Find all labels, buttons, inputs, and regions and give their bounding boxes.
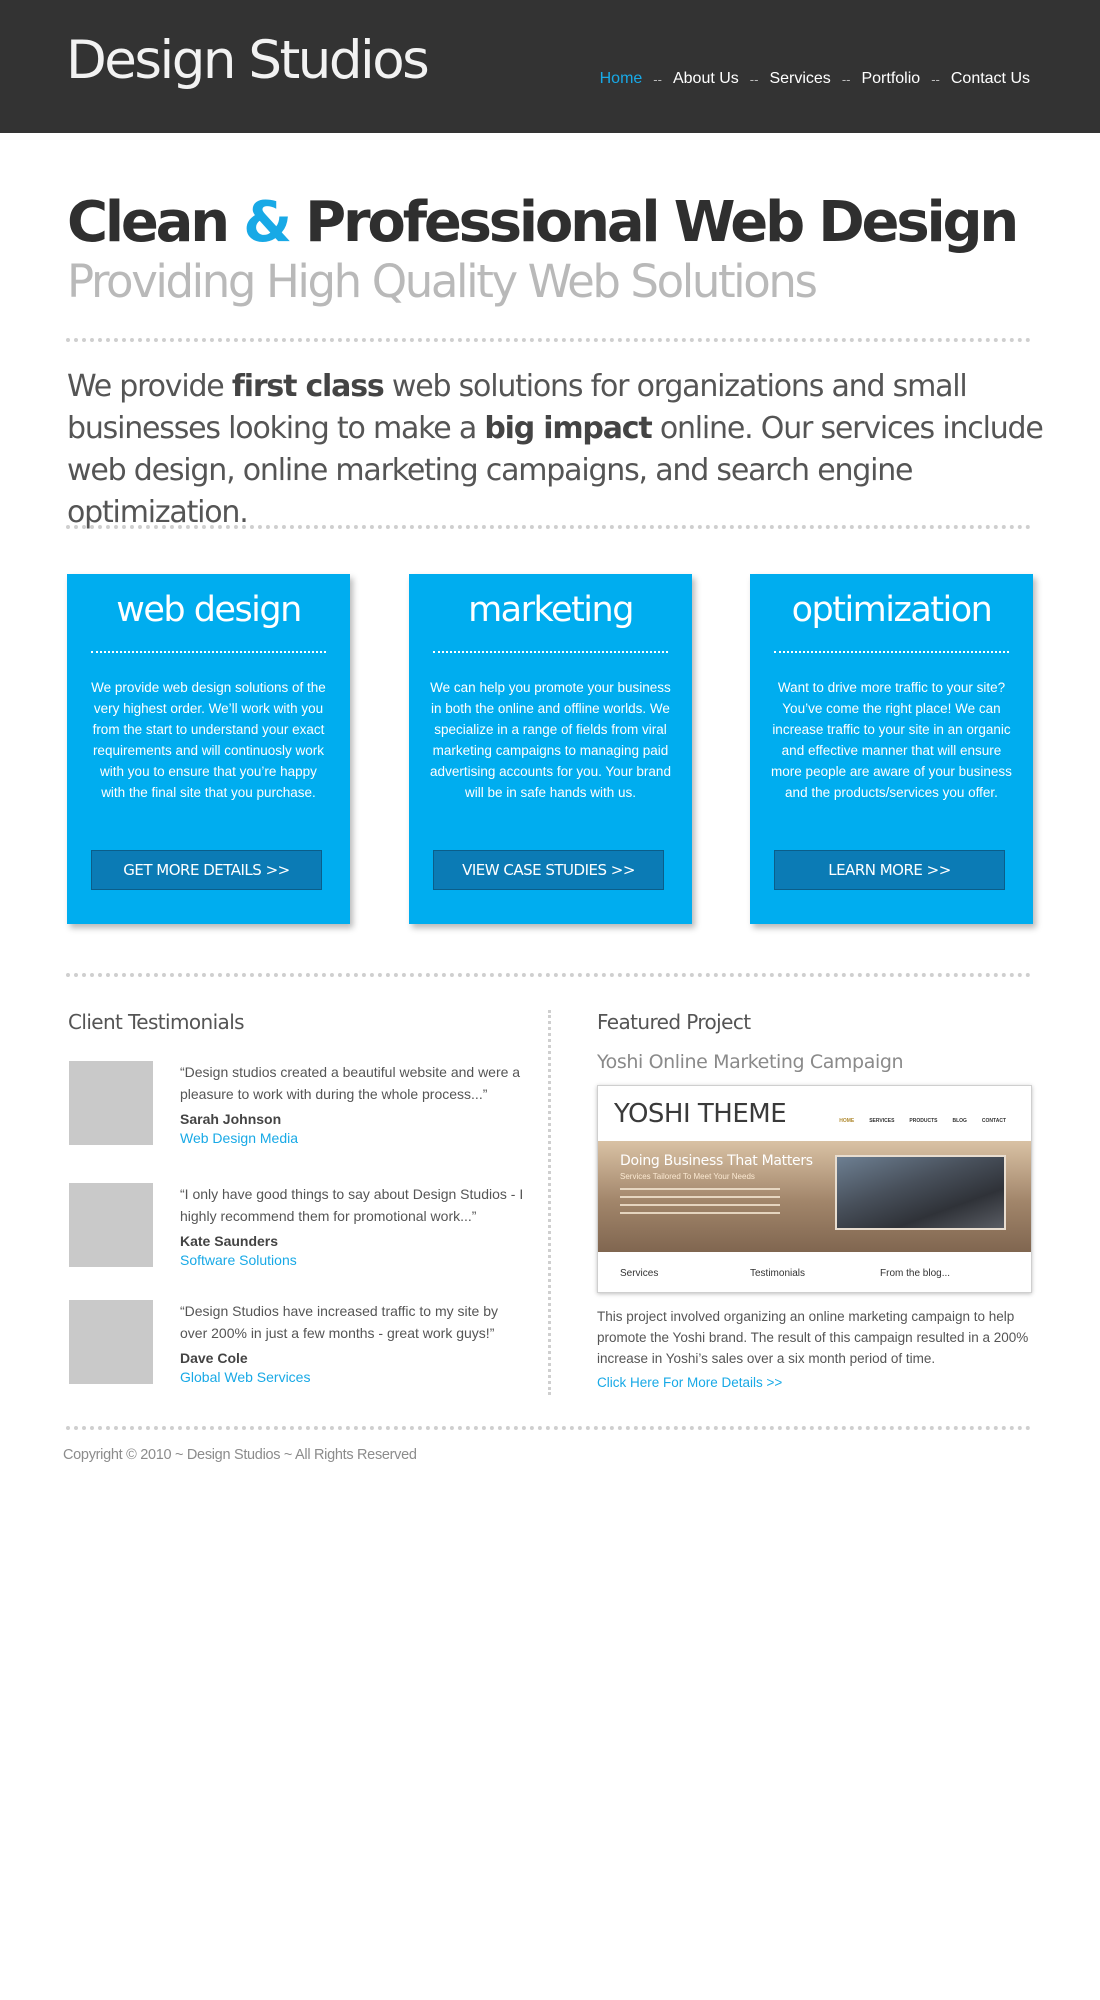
testimonial-quote: “I only have good things to say about De… — [180, 1186, 524, 1224]
screenshot-nav-item: BLOG — [952, 1118, 967, 1124]
screenshot-banner: Doing Business That Matters Services Tai… — [598, 1141, 1031, 1252]
dotted-divider — [66, 973, 1031, 977]
screenshot-subhead: Services Tailored To Meet Your Needs — [620, 1172, 755, 1181]
avatar — [69, 1061, 153, 1145]
service-description: Want to drive more traffic to your site?… — [771, 680, 1012, 800]
testimonials-title: Client Testimonials — [68, 1010, 245, 1034]
intro-emphasis: big impact — [484, 411, 652, 446]
copyright: Copyright © 2010 ~ Design Studios ~ All … — [63, 1447, 417, 1463]
service-box-web-design: web design We provide web design solutio… — [67, 574, 350, 924]
service-title: web design — [116, 590, 302, 630]
service-divider — [433, 651, 668, 653]
testimonial-quote: “Design studios created a beautiful webs… — [180, 1064, 521, 1102]
nav-home[interactable]: Home — [600, 70, 643, 88]
testimonial-name: Dave Cole — [180, 1350, 248, 1366]
testimonial-item: “I only have good things to say about De… — [69, 1183, 549, 1269]
more-details-link[interactable]: Click Here For More Details >> — [597, 1375, 782, 1390]
nav-separator: -- — [841, 71, 851, 87]
service-description: We can help you promote your business in… — [430, 680, 671, 800]
screenshot-text-lines — [620, 1188, 780, 1220]
dotted-divider — [66, 1426, 1031, 1430]
service-box-optimization: optimization Want to drive more traffic … — [750, 574, 1033, 924]
screenshot-column-title: Testimonials — [750, 1268, 806, 1279]
testimonial-company-link[interactable]: Software Solutions — [180, 1252, 297, 1268]
intro-emphasis: first class — [231, 369, 385, 404]
get-more-details-button[interactable]: GET MORE DETAILS >> — [91, 850, 322, 890]
column-divider — [548, 1010, 551, 1395]
testimonial-company-link[interactable]: Global Web Services — [180, 1369, 310, 1385]
screenshot-brand: YOSHI THEME — [614, 1099, 787, 1129]
nav-separator: -- — [749, 71, 759, 87]
featured-project-description: This project involved organizing an onli… — [597, 1309, 1029, 1366]
hero-title-ampersand: & — [243, 190, 292, 255]
nav-separator: -- — [931, 71, 940, 87]
intro-text: We provide first class web solutions for… — [67, 366, 1047, 534]
screenshot-photo — [835, 1155, 1006, 1230]
testimonial-item: “Design studios created a beautiful webs… — [69, 1061, 549, 1147]
dotted-divider — [66, 525, 1031, 529]
screenshot-nav-item: CONTACT — [981, 1118, 1006, 1124]
testimonial-name: Sarah Johnson — [180, 1111, 282, 1127]
nav-portfolio[interactable]: Portfolio — [861, 70, 920, 88]
hero-title-part1: Clean — [67, 190, 230, 255]
hero-subtitle: Providing High Quality Web Solutions — [67, 255, 818, 308]
service-divider — [91, 651, 326, 653]
testimonial-name: Kate Saunders — [180, 1233, 279, 1249]
service-title: optimization — [791, 590, 993, 630]
hero-title: Clean & Professional Web Design — [67, 190, 1047, 256]
featured-project-subtitle: Yoshi Online Marketing Campaign — [597, 1051, 904, 1073]
screenshot-columns: Services Testimonials From the blog... — [620, 1268, 1020, 1279]
main-nav: Home -- About Us -- Services -- Portfoli… — [600, 70, 1030, 88]
site-header: Design Studios Home -- About Us -- Servi… — [0, 0, 1100, 133]
service-box-marketing: marketing We can help you promote your b… — [409, 574, 692, 924]
avatar — [69, 1300, 153, 1384]
screenshot-column-title: From the blog... — [880, 1268, 951, 1279]
featured-project-screenshot[interactable]: YOSHI THEME HOME SERVICES PRODUCTS BLOG … — [597, 1085, 1032, 1293]
nav-about-us[interactable]: About Us — [673, 70, 739, 88]
site-logo[interactable]: Design Studios — [66, 30, 430, 91]
testimonial-quote: “Design Studios have increased traffic t… — [180, 1303, 499, 1341]
service-divider — [774, 651, 1009, 653]
view-case-studies-button[interactable]: VIEW CASE STUDIES >> — [433, 850, 664, 890]
intro-text-part: We provide — [67, 369, 232, 404]
service-title: marketing — [468, 590, 634, 630]
nav-separator: -- — [653, 71, 662, 87]
screenshot-headline: Doing Business That Matters — [620, 1153, 813, 1169]
nav-services[interactable]: Services — [769, 70, 830, 88]
testimonial-company-link[interactable]: Web Design Media — [180, 1130, 298, 1146]
screenshot-column-title: Services — [620, 1268, 659, 1279]
testimonial-item: “Design Studios have increased traffic t… — [69, 1300, 549, 1386]
screenshot-nav-item: HOME — [839, 1118, 855, 1124]
avatar — [69, 1183, 153, 1267]
service-description: We provide web design solutions of the v… — [91, 680, 326, 800]
screenshot-nav-item: SERVICES — [869, 1118, 895, 1124]
screenshot-nav-item: PRODUCTS — [909, 1118, 938, 1124]
dotted-divider — [66, 338, 1031, 342]
featured-project-title: Featured Project — [597, 1010, 751, 1034]
learn-more-button[interactable]: LEARN MORE >> — [774, 850, 1005, 890]
hero: Clean & Professional Web Design Providin… — [67, 190, 1047, 308]
hero-title-part2: Professional Web Design — [305, 190, 1019, 255]
screenshot-nav: HOME SERVICES PRODUCTS BLOG CONTACT — [839, 1118, 1006, 1124]
nav-contact-us[interactable]: Contact Us — [951, 70, 1030, 88]
